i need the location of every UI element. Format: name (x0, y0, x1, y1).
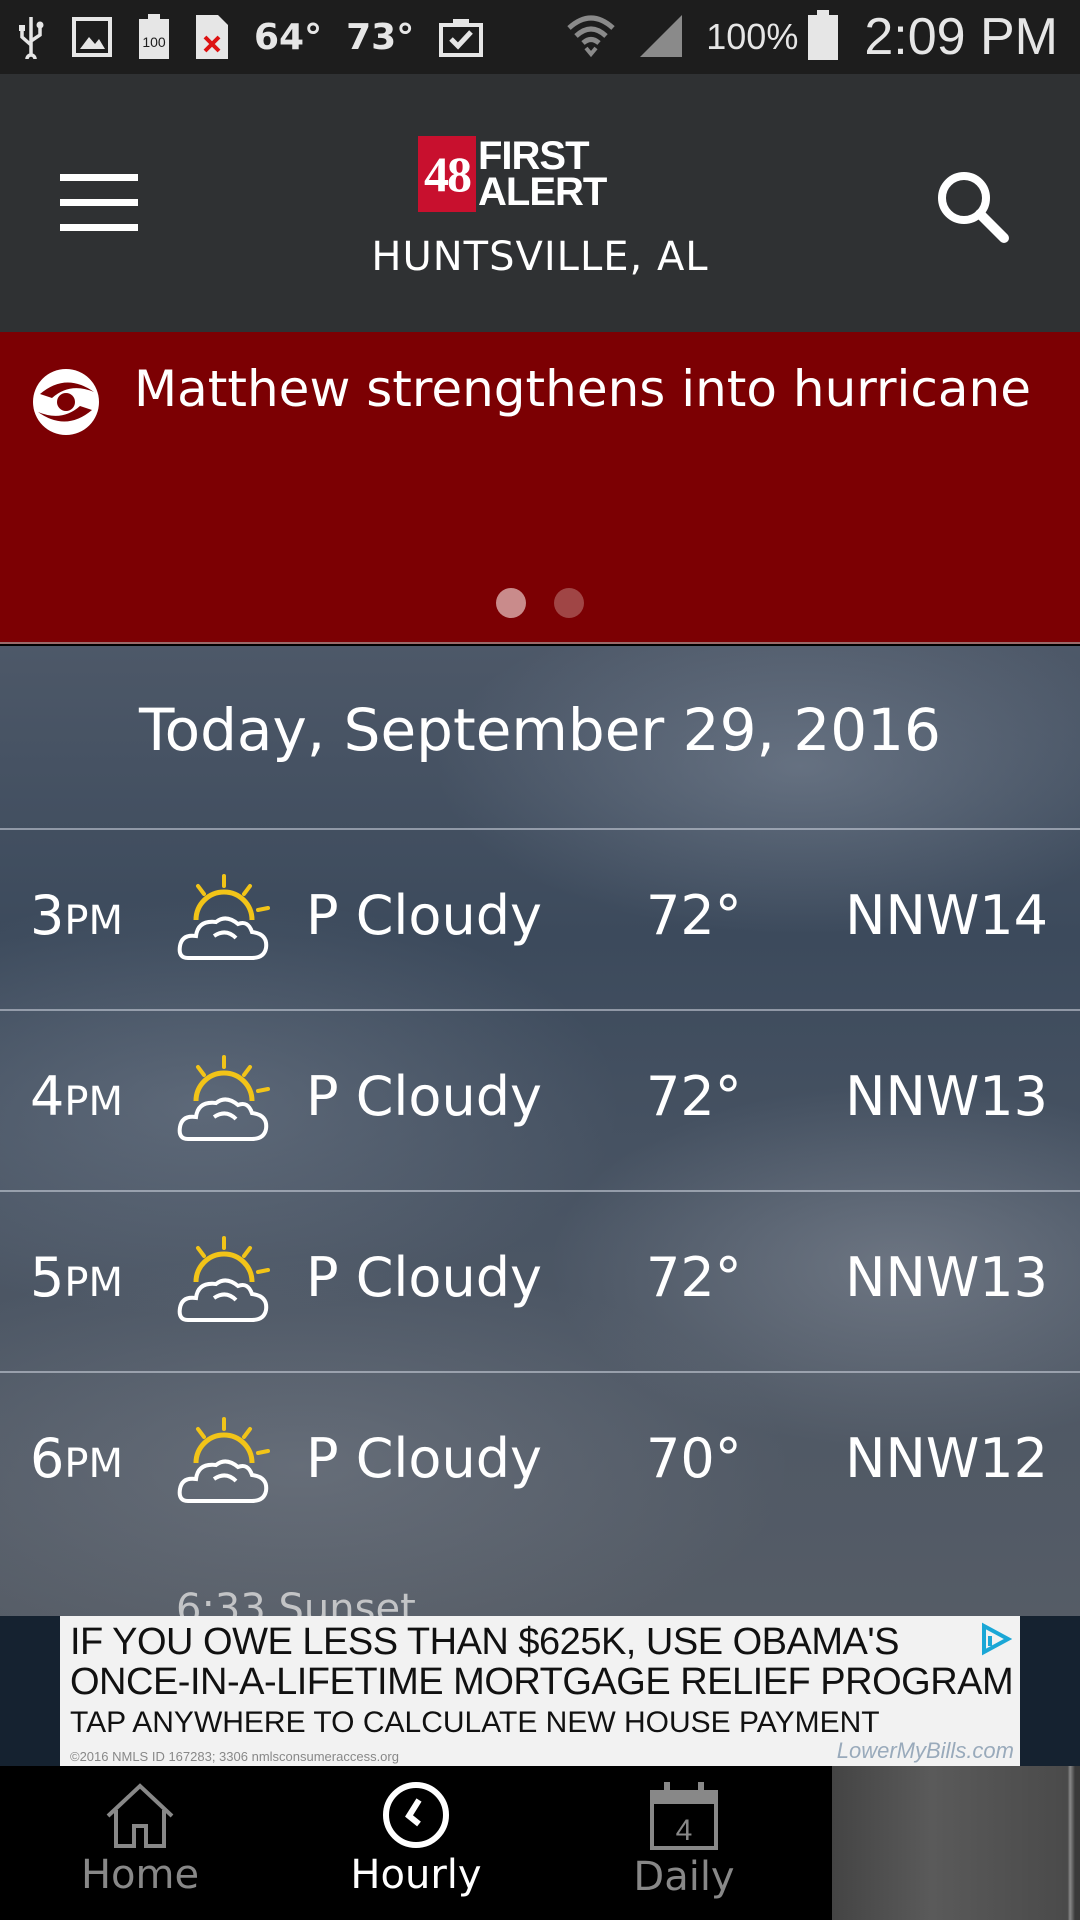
adchoices-icon[interactable] (978, 1622, 1013, 1656)
battery-small-label: 100 (142, 34, 166, 50)
forecast-row[interactable]: 3PM P Cloudy 72° NNW14 (0, 828, 1080, 1009)
clock-icon (383, 1782, 449, 1848)
condition-text: P Cloudy (306, 1246, 542, 1309)
alert-banner[interactable]: Matthew strengthens into hurricane (0, 332, 1080, 644)
calendar-icon: 4 (650, 1782, 718, 1850)
nav-overflow-panel (832, 1766, 1080, 1920)
wind: NNW12 (845, 1427, 1048, 1490)
search-icon[interactable] (934, 168, 1010, 244)
alert-headline[interactable]: Matthew strengthens into hurricane (134, 360, 1031, 418)
tab-hourly-label: Hourly (350, 1852, 482, 1898)
temperature: 72° (646, 884, 742, 947)
battery-status-icon: 100 (138, 0, 170, 74)
sim-error-icon (196, 0, 228, 74)
status-temp-high: 73° (346, 16, 415, 58)
logo-number: 48 (418, 136, 476, 212)
ad-line-3: TAP ANYWHERE TO CALCULATE NEW HOUSE PAYM… (70, 1706, 880, 1739)
tab-home-label: Home (80, 1852, 200, 1898)
wind: NNW14 (845, 884, 1048, 947)
tab-daily-label: Daily (633, 1854, 735, 1900)
ad-line-1: IF YOU OWE LESS THAN $625K, USE OBAMA'S (70, 1621, 899, 1663)
station-logo: 48 FIRST ALERT (418, 136, 607, 212)
tab-daily[interactable]: 4 Daily (544, 1766, 824, 1920)
status-time: 2:09 PM (864, 8, 1058, 66)
ad-content[interactable]: IF YOU OWE LESS THAN $625K, USE OBAMA'S … (60, 1616, 1020, 1766)
bottom-nav: Home Hourly 4 Daily (0, 1766, 1080, 1920)
gallery-icon (72, 0, 112, 74)
forecast-row[interactable]: 6PM P Cloudy 70° NNW12 (0, 1371, 1080, 1552)
location-label[interactable]: HUNTSVILLE, AL (0, 234, 1080, 280)
forecast-date: Today, September 29, 2016 (139, 696, 941, 764)
pager-dot-1[interactable] (496, 588, 526, 618)
wifi-icon (566, 10, 616, 64)
partly-cloudy-icon (176, 1234, 272, 1330)
battery-icon (808, 10, 839, 64)
ad-banner[interactable]: IF YOU OWE LESS THAN $625K, USE OBAMA'S … (0, 1616, 1080, 1766)
pager-dots (0, 588, 1080, 618)
condition-text: P Cloudy (306, 884, 542, 947)
ad-line-2: ONCE-IN-A-LIFETIME MORTGAGE RELIEF PROGR… (70, 1661, 1014, 1703)
logo-line2: ALERT (478, 170, 607, 214)
temperature: 72° (646, 1065, 742, 1128)
hourly-forecast[interactable]: Today, September 29, 2016 3PM P Cloudy 7… (0, 646, 1080, 1616)
battery-percent: 100% (706, 16, 799, 57)
condition-text: P Cloudy (306, 1065, 542, 1128)
forecast-row[interactable]: 5PM P Cloudy 72° NNW13 (0, 1190, 1080, 1371)
wind: NNW13 (845, 1065, 1048, 1128)
clipboard-check-icon (438, 0, 484, 74)
sunset-row-partial: 6:33 Sunset (176, 1586, 416, 1616)
status-temp-low: 64° (254, 16, 323, 58)
partly-cloudy-icon (176, 872, 272, 968)
app-header: 48 FIRST ALERT HUNTSVILLE, AL (0, 74, 1080, 332)
hour-time: 5PM (30, 1246, 123, 1309)
signal-icon (638, 11, 684, 63)
calendar-day-number: 4 (676, 1814, 693, 1847)
hour-time: 6PM (30, 1427, 123, 1490)
temperature: 72° (646, 1246, 742, 1309)
menu-icon[interactable] (60, 174, 138, 234)
ad-fine-print: ©2016 NMLS ID 167283; 3306 nmlsconsumera… (70, 1749, 399, 1764)
home-icon (106, 1783, 174, 1848)
pager-dot-2[interactable] (554, 588, 584, 618)
hurricane-icon (30, 366, 102, 438)
partly-cloudy-icon (176, 1415, 272, 1511)
temperature: 70° (646, 1427, 742, 1490)
tab-hourly[interactable]: Hourly (276, 1766, 556, 1920)
status-bar: 100 64° 73° 100% 2:09 PM (0, 0, 1080, 74)
tab-home[interactable]: Home (0, 1766, 280, 1920)
ad-brand: LowerMyBills.com (836, 1738, 1014, 1763)
usb-icon (16, 0, 46, 74)
logo-text: FIRST ALERT (478, 136, 607, 212)
hour-time: 4PM (30, 1065, 123, 1128)
wind: NNW13 (845, 1246, 1048, 1309)
forecast-row[interactable]: 4PM P Cloudy 72° NNW13 (0, 1009, 1080, 1190)
hour-time: 3PM (30, 884, 123, 947)
condition-text: P Cloudy (306, 1427, 542, 1490)
partly-cloudy-icon (176, 1053, 272, 1149)
